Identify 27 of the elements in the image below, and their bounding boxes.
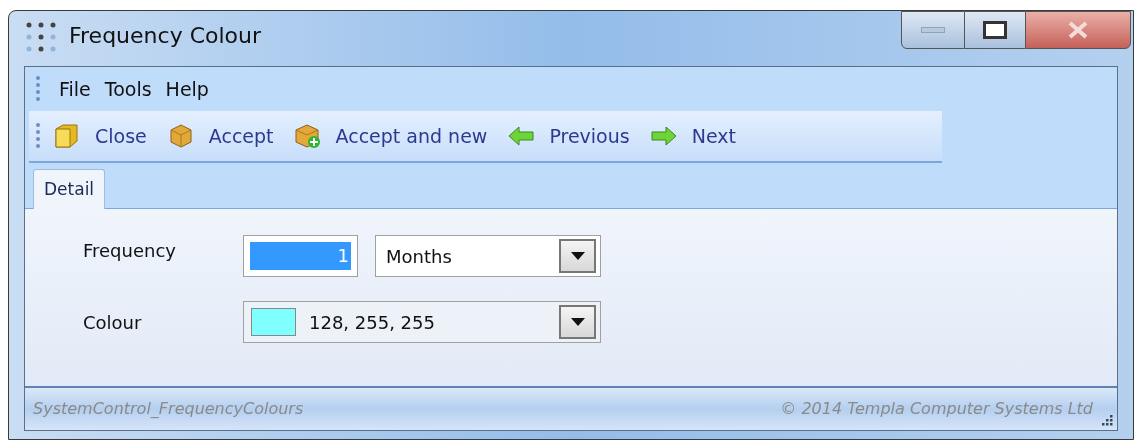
toolbar-button[interactable]: Close [53, 121, 147, 151]
menu-grip[interactable] [35, 75, 41, 103]
minimize-button[interactable] [901, 11, 965, 49]
close-icon [1067, 21, 1089, 39]
close-button[interactable] [1025, 11, 1131, 49]
copyright-text: © 2014 Templa Computer Systems Ltd [780, 398, 1093, 420]
menu-item[interactable]: Help [159, 74, 215, 104]
resize-grip-icon[interactable] [1101, 414, 1113, 426]
field-value: 1 [250, 242, 351, 270]
toolbar-button[interactable]: Next [649, 121, 736, 151]
toolbar-button[interactable]: Accept and new [293, 121, 488, 151]
maximize-icon [983, 21, 1007, 39]
unit-dropdown[interactable]: Months [375, 235, 601, 277]
maximize-button[interactable] [965, 11, 1025, 49]
window-title: Frequency Colour [69, 22, 262, 50]
toolbar-grip[interactable] [35, 122, 41, 150]
field-label: Frequency [83, 239, 177, 263]
toolbar-button[interactable]: Accept [166, 121, 274, 151]
menu-item[interactable]: File [53, 74, 97, 104]
status-text: SystemControl_FrequencyColours [33, 398, 304, 420]
colour-dropdown[interactable]: 128, 255, 255 [243, 301, 601, 343]
toolbar-button[interactable]: Previous [507, 121, 630, 151]
field-label: Colour [83, 310, 143, 335]
tab[interactable]: Detail [33, 169, 106, 209]
menu-item[interactable]: Tools [98, 74, 158, 104]
minimize-icon [921, 27, 945, 33]
folder-icon [53, 121, 81, 151]
